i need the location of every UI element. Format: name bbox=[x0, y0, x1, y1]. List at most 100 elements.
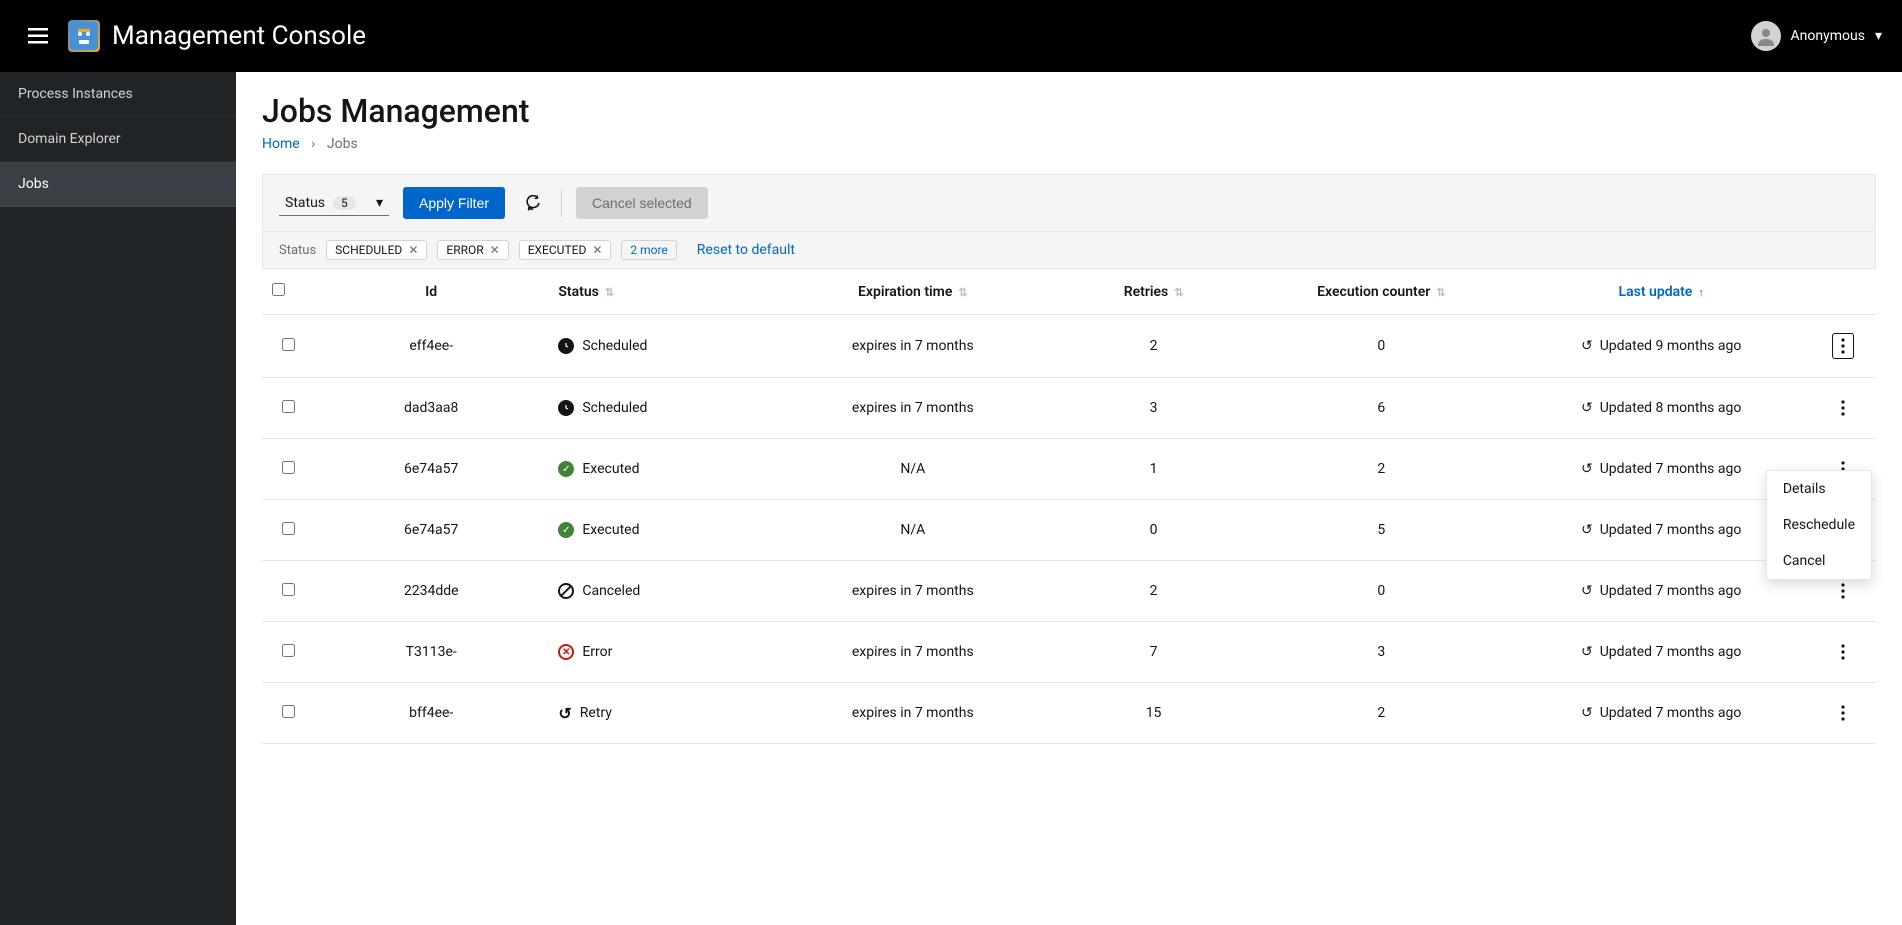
sort-icon: ⇅ bbox=[1174, 286, 1183, 299]
row-checkbox[interactable] bbox=[282, 644, 295, 657]
kogito-icon bbox=[70, 22, 98, 50]
select-all-checkbox[interactable] bbox=[272, 283, 285, 296]
table-row: bff4ee- ↺Retry expires in 7 months 15 2 … bbox=[262, 683, 1876, 744]
cell-retries: 2 bbox=[1056, 315, 1251, 378]
cell-id: eff4ee- bbox=[314, 315, 548, 378]
cell-status: ✕Error bbox=[548, 622, 769, 683]
filter-chip-scheduled: SCHEDULED✕ bbox=[326, 240, 427, 260]
cell-id: dad3aa8 bbox=[314, 378, 548, 439]
reset-filters-link[interactable]: Reset to default bbox=[697, 242, 795, 258]
chevron-right-icon: › bbox=[311, 136, 315, 152]
main-content: Jobs Management Home › Jobs Status 5 ▾ A… bbox=[236, 72, 1902, 925]
cell-execution: 0 bbox=[1251, 315, 1511, 378]
filter-chips-row: Status SCHEDULED✕ ERROR✕ EXECUTED✕ 2 mor… bbox=[262, 232, 1876, 269]
filter-group-label: Status bbox=[279, 243, 316, 258]
row-actions-button[interactable] bbox=[1833, 396, 1853, 420]
cell-expiration: expires in 7 months bbox=[770, 378, 1056, 439]
row-checkbox[interactable] bbox=[282, 705, 295, 718]
column-status[interactable]: Status⇅ bbox=[548, 269, 769, 315]
column-last-update[interactable]: Last update↑ bbox=[1512, 269, 1811, 315]
menu-item-cancel[interactable]: Cancel bbox=[1767, 543, 1871, 579]
table-row: eff4ee- Scheduled expires in 7 months 2 … bbox=[262, 315, 1876, 378]
row-actions-button[interactable] bbox=[1833, 579, 1853, 603]
status-label: Executed bbox=[582, 522, 639, 538]
menu-item-reschedule[interactable]: Reschedule bbox=[1767, 507, 1871, 543]
kebab-icon bbox=[1841, 644, 1845, 660]
kebab-icon bbox=[1841, 705, 1845, 721]
row-checkbox[interactable] bbox=[282, 522, 295, 535]
cell-last-update: ↺ Updated 8 months ago bbox=[1512, 378, 1811, 439]
row-checkbox[interactable] bbox=[282, 461, 295, 474]
menu-item-details[interactable]: Details bbox=[1767, 471, 1871, 507]
history-icon: ↺ bbox=[1581, 400, 1593, 416]
cell-status: Scheduled bbox=[548, 315, 769, 378]
sidebar-item-process-instances[interactable]: Process Instances bbox=[0, 72, 236, 117]
row-checkbox[interactable] bbox=[282, 583, 295, 596]
column-actions bbox=[1811, 269, 1876, 315]
refresh-button[interactable] bbox=[519, 189, 547, 217]
brand-logo bbox=[68, 20, 100, 52]
table-row: 6e74a57 ✓Executed N/A 1 2 ↺ Updated 7 mo… bbox=[262, 439, 1876, 500]
row-actions-menu: Details Reschedule Cancel bbox=[1766, 470, 1872, 580]
status-count-badge: 5 bbox=[333, 196, 356, 210]
toolbar-divider bbox=[561, 189, 562, 217]
cell-status: ✓Executed bbox=[548, 439, 769, 500]
status-filter-label: Status bbox=[285, 195, 325, 211]
clock-icon bbox=[558, 338, 574, 354]
cell-id: 2234dde bbox=[314, 561, 548, 622]
cancel-selected-button[interactable]: Cancel selected bbox=[576, 187, 708, 219]
row-checkbox[interactable] bbox=[282, 400, 295, 413]
column-execution[interactable]: Execution counter⇅ bbox=[1251, 269, 1511, 315]
sidebar: Process Instances Domain Explorer Jobs bbox=[0, 72, 236, 925]
cell-retries: 7 bbox=[1056, 622, 1251, 683]
select-all-header bbox=[262, 269, 314, 315]
column-retries[interactable]: Retries⇅ bbox=[1056, 269, 1251, 315]
sort-icon: ⇅ bbox=[605, 286, 614, 299]
kebab-icon bbox=[1841, 583, 1845, 599]
cell-last-update: ↺ Updated 7 months ago bbox=[1512, 622, 1811, 683]
cell-expiration: expires in 7 months bbox=[770, 315, 1056, 378]
cell-retries: 1 bbox=[1056, 439, 1251, 500]
menu-toggle-button[interactable] bbox=[20, 20, 56, 52]
refresh-icon bbox=[525, 195, 541, 211]
row-actions-button[interactable] bbox=[1833, 701, 1853, 725]
remove-chip-button[interactable]: ✕ bbox=[592, 243, 602, 257]
remove-chip-button[interactable]: ✕ bbox=[490, 243, 500, 257]
cell-status: ✓Executed bbox=[548, 500, 769, 561]
breadcrumb: Home › Jobs bbox=[262, 136, 1876, 152]
breadcrumb-home-link[interactable]: Home bbox=[262, 136, 300, 152]
filter-chip-error: ERROR✕ bbox=[437, 240, 508, 260]
breadcrumb-current: Jobs bbox=[327, 136, 358, 152]
sidebar-item-jobs[interactable]: Jobs bbox=[0, 162, 236, 207]
cell-status: Scheduled bbox=[548, 378, 769, 439]
remove-chip-button[interactable]: ✕ bbox=[408, 243, 418, 257]
status-label: Scheduled bbox=[582, 338, 647, 354]
cell-retries: 15 bbox=[1056, 683, 1251, 744]
row-checkbox[interactable] bbox=[282, 338, 295, 351]
history-icon: ↺ bbox=[1581, 583, 1593, 599]
cell-retries: 0 bbox=[1056, 500, 1251, 561]
row-actions-button[interactable] bbox=[1833, 640, 1853, 664]
cell-status: Canceled bbox=[548, 561, 769, 622]
table-row: 6e74a57 ✓Executed N/A 0 5 ↺ Updated 7 mo… bbox=[262, 500, 1876, 561]
caret-down-icon: ▾ bbox=[1875, 28, 1882, 44]
page-title: Jobs Management bbox=[262, 92, 1876, 130]
caret-down-icon: ▾ bbox=[376, 195, 383, 211]
more-chips-button[interactable]: 2 more bbox=[621, 240, 676, 260]
sort-icon: ⇅ bbox=[958, 286, 967, 299]
cell-retries: 2 bbox=[1056, 561, 1251, 622]
history-icon: ↺ bbox=[1581, 522, 1593, 538]
history-icon: ↺ bbox=[1581, 461, 1593, 477]
status-filter-select[interactable]: Status 5 ▾ bbox=[279, 191, 389, 216]
column-id[interactable]: Id bbox=[314, 269, 548, 315]
sidebar-item-domain-explorer[interactable]: Domain Explorer bbox=[0, 117, 236, 162]
row-actions-button[interactable] bbox=[1832, 333, 1854, 359]
cell-id: T3113e- bbox=[314, 622, 548, 683]
column-expiration[interactable]: Expiration time⇅ bbox=[770, 269, 1056, 315]
toolbar: Status 5 ▾ Apply Filter Cancel selected bbox=[262, 174, 1876, 232]
undo-icon: ↺ bbox=[558, 704, 571, 723]
cell-expiration: expires in 7 months bbox=[770, 622, 1056, 683]
user-menu[interactable]: Anonymous ▾ bbox=[1751, 21, 1882, 51]
apply-filter-button[interactable]: Apply Filter bbox=[403, 187, 505, 219]
cell-status: ↺Retry bbox=[548, 683, 769, 744]
